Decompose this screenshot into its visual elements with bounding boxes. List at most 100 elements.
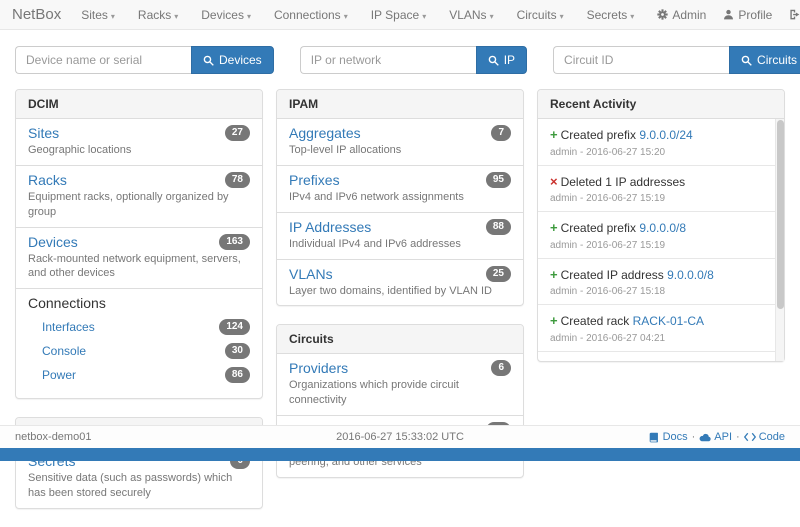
prefixes-count-badge: 95 [486, 172, 511, 188]
providers-link[interactable]: Providers [289, 360, 348, 376]
activity-meta: admin - 2016-06-27 15:20 [550, 147, 762, 158]
navbar-right: Admin Profile Log out [657, 8, 800, 22]
ipam-panel: IPAM Aggregates 7 Top-level IP allocation… [276, 89, 524, 306]
nav-item-ip-space[interactable]: IP Space [371, 8, 427, 22]
navbar: NetBox Sites Racks Devices Connections I… [0, 0, 800, 30]
racks-count-badge: 78 [225, 172, 250, 188]
x-icon: × [550, 174, 558, 189]
power-count-badge: 86 [225, 367, 250, 383]
ip-search-button[interactable]: IP [476, 46, 527, 74]
code-icon [744, 432, 756, 442]
ip-addresses-link[interactable]: IP Addresses [289, 219, 371, 235]
console-count-badge: 30 [225, 343, 250, 359]
vlans-description: Layer two domains, identified by VLAN ID [289, 284, 511, 299]
aggregates-link[interactable]: Aggregates [289, 125, 361, 141]
column-activity: Recent Activity +Created prefix 9.0.0.0/… [537, 89, 785, 380]
activity-row: +Created rack group Hawaii - CAGE-DH1-01… [538, 352, 784, 361]
netbox-logo[interactable]: NetBox [12, 6, 61, 23]
nav-item-racks[interactable]: Racks [138, 8, 178, 22]
ip-search-input[interactable] [300, 46, 476, 74]
search-icon [488, 55, 499, 66]
nav-item-sites[interactable]: Sites [81, 8, 115, 22]
nav-item-connections[interactable]: Connections [274, 8, 348, 22]
circuit-search-button[interactable]: Circuits [729, 46, 800, 74]
prefixes-link[interactable]: Prefixes [289, 172, 340, 188]
activity-target-link[interactable]: 9.0.0.0/8 [639, 221, 686, 235]
search-icon [741, 55, 752, 66]
logout-icon [789, 9, 800, 20]
book-icon [649, 432, 660, 443]
api-link[interactable]: API [699, 431, 732, 443]
code-link[interactable]: Code [744, 431, 785, 443]
devices-link[interactable]: Devices [28, 234, 78, 250]
ip-search-group: IP [300, 46, 527, 74]
ipam-panel-title: IPAM [277, 90, 523, 119]
list-item-vlans: VLANs 25 Layer two domains, identified by… [277, 260, 523, 306]
activity-target-link[interactable]: 9.0.0.0/8 [667, 268, 714, 282]
nav-item-secrets[interactable]: Secrets [587, 8, 635, 22]
providers-count-badge: 6 [491, 360, 511, 376]
connections-heading: Connections [28, 295, 250, 311]
circuit-search-group: Circuits [553, 46, 800, 74]
list-item-racks: Racks 78 Equipment racks, optionally orga… [16, 166, 262, 228]
nav-item-devices[interactable]: Devices [201, 8, 251, 22]
nav-item-vlans[interactable]: VLANs [449, 8, 493, 22]
activity-list: +Created prefix 9.0.0.0/24 admin - 2016-… [538, 119, 784, 361]
plus-icon: + [550, 220, 558, 235]
vlans-count-badge: 25 [486, 266, 511, 282]
sites-count-badge: 27 [225, 125, 250, 141]
search-icon [203, 55, 214, 66]
activity-row: +Created IP address 9.0.0.0/8 admin - 20… [538, 259, 784, 306]
devices-description: Rack-mounted network equipment, servers,… [28, 252, 250, 282]
list-item-aggregates: Aggregates 7 Top-level IP allocations [277, 119, 523, 166]
activity-scrollbar-thumb[interactable] [777, 120, 784, 309]
device-search-group: Devices [15, 46, 274, 74]
providers-description: Organizations which provide circuit conn… [289, 378, 511, 408]
aggregates-description: Top-level IP allocations [289, 143, 511, 158]
activity-row: +Created prefix 9.0.0.0/24 admin - 2016-… [538, 119, 784, 166]
sub-row-console: Console 30 [42, 343, 250, 359]
recent-activity-panel: Recent Activity +Created prefix 9.0.0.0/… [537, 89, 785, 362]
cloud-icon [699, 432, 711, 443]
column-dcim: DCIM Sites27 Geographic locations Racks7… [15, 89, 263, 527]
power-link[interactable]: Power [42, 368, 76, 382]
racks-link[interactable]: Racks [28, 172, 67, 188]
plus-icon: + [550, 127, 558, 142]
secrets-description: Sensitive data (such as passwords) which… [28, 471, 250, 501]
activity-target-link[interactable]: RACK-01-CA [633, 314, 704, 328]
nav-item-circuits[interactable]: Circuits [517, 8, 564, 22]
footer-links: Docs · API · Code [585, 431, 785, 443]
sites-link[interactable]: Sites [28, 125, 59, 141]
list-item-sites: Sites27 Geographic locations [16, 119, 262, 166]
activity-target-link[interactable]: 9.0.0.0/24 [639, 128, 692, 142]
plus-icon: + [550, 313, 558, 328]
footer-timestamp: 2016-06-27 15:33:02 UTC [215, 431, 585, 443]
separator: · [692, 431, 696, 443]
gear-icon [657, 9, 668, 20]
footer-hostname: netbox-demo01 [15, 431, 215, 443]
devices-count-badge: 163 [219, 234, 250, 250]
profile-link[interactable]: Profile [723, 8, 772, 22]
plus-icon: + [550, 360, 558, 361]
aggregates-count-badge: 7 [491, 125, 511, 141]
list-item-providers: Providers 6 Organizations which provide c… [277, 354, 523, 416]
ip-addresses-description: Individual IPv4 and IPv6 addresses [289, 237, 511, 252]
activity-meta: admin - 2016-06-27 04:21 [550, 333, 762, 344]
bottom-accent-bar [0, 448, 800, 461]
vlans-link[interactable]: VLANs [289, 266, 333, 282]
profile-label: Profile [738, 8, 772, 22]
console-link[interactable]: Console [42, 344, 86, 358]
racks-description: Equipment racks, optionally organized by… [28, 190, 250, 220]
activity-scrollbar[interactable] [775, 119, 784, 361]
admin-link[interactable]: Admin [657, 8, 706, 22]
list-item-prefixes: Prefixes95 IPv4 and IPv6 network assignm… [277, 166, 523, 213]
admin-label: Admin [672, 8, 706, 22]
device-search-input[interactable] [15, 46, 191, 74]
docs-link[interactable]: Docs [649, 431, 688, 443]
device-search-button[interactable]: Devices [191, 46, 274, 74]
activity-row: +Created prefix 9.0.0.0/8 admin - 2016-0… [538, 212, 784, 259]
logout-link[interactable]: Log out [789, 8, 800, 22]
interfaces-link[interactable]: Interfaces [42, 320, 95, 334]
sub-row-interfaces: Interfaces124 [42, 319, 250, 335]
circuit-search-input[interactable] [553, 46, 729, 74]
